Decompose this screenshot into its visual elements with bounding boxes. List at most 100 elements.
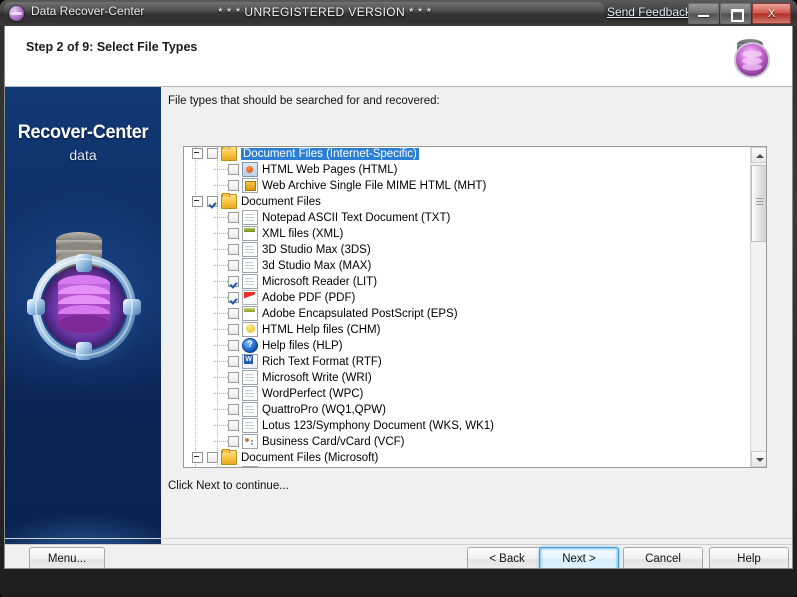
main-content: File types that should be searched for a…: [161, 87, 792, 544]
tree-item-checkbox[interactable]: [228, 372, 239, 384]
tree-item[interactable]: Notepad ASCII Text Document (TXT): [184, 210, 751, 227]
tree-item[interactable]: 3D Studio Max (3DS): [184, 242, 751, 259]
tree-connector-line: [214, 440, 228, 443]
tree-item[interactable]: WordPerfect (WPC): [184, 386, 751, 403]
tree-item-checkbox[interactable]: [228, 276, 239, 288]
xml-file-icon: [242, 226, 258, 242]
tree-item-label: Document Files: [241, 196, 321, 208]
maximize-button[interactable]: [720, 3, 751, 24]
cancel-button[interactable]: Cancel: [623, 547, 703, 568]
tree-item-checkbox[interactable]: [228, 340, 239, 352]
tree-item-checkbox[interactable]: [228, 164, 239, 176]
scroll-down-button[interactable]: [751, 451, 766, 467]
status-text: Click Next to continue...: [168, 480, 289, 492]
generic-file-icon: [242, 370, 258, 386]
tree-item[interactable]: Business Card/vCard (VCF): [184, 434, 751, 451]
tree-item-checkbox[interactable]: [228, 420, 239, 432]
tree-item-label: Business Card/vCard (VCF): [262, 436, 405, 448]
tree-item-checkbox[interactable]: [207, 196, 218, 208]
tree-item[interactable]: Document Files (Internet-Specific): [184, 147, 751, 163]
file-types-tree[interactable]: Document Files (Internet-Specific) HTML W…: [183, 146, 767, 468]
minimize-button[interactable]: [688, 3, 719, 24]
html-file-icon: [242, 162, 258, 178]
tree-expander-collapse-icon[interactable]: [192, 452, 203, 464]
tree-item[interactable]: Document Files (Microsoft): [184, 449, 751, 467]
vcard-file-icon: [242, 434, 258, 450]
tree-item-label: Rich Text Format (RTF): [262, 356, 382, 368]
button-bar: Menu... < Back Next > Cancel Help: [5, 544, 792, 568]
tree-item[interactable]: HTML Help files (CHM): [184, 322, 751, 339]
tree-item-checkbox[interactable]: [228, 404, 239, 416]
tree-item-checkbox[interactable]: [228, 324, 239, 336]
tree-item-label: Web Archive Single File MIME HTML (MHT): [262, 180, 487, 192]
back-button[interactable]: < Back: [467, 547, 547, 568]
tree-item[interactable]: Microsoft Reader (LIT): [184, 274, 751, 291]
generic-file-icon: [242, 274, 258, 290]
title-bar: Data Recover-Center * * * UNREGISTERED V…: [0, 0, 797, 26]
tree-item-checkbox[interactable]: [228, 356, 239, 368]
minimize-icon: [698, 15, 709, 17]
footer-divider: [5, 538, 792, 539]
tree-item-checkbox[interactable]: [228, 212, 239, 224]
sidebar-brand-subtitle: data: [69, 147, 97, 163]
help-button[interactable]: Help: [709, 547, 789, 568]
tree-vertical-scrollbar[interactable]: [750, 147, 766, 467]
tree-item-checkbox[interactable]: [207, 148, 218, 160]
tree-item-label: Adobe Encapsulated PostScript (EPS): [262, 308, 458, 320]
tree-item-label: XML files (XML): [262, 228, 344, 240]
folder-icon: [221, 449, 237, 466]
tree-item-label: Lotus 123/Symphony Document (WKS, WK1): [262, 420, 495, 432]
tree-item[interactable]: Microsoft Write (WRI): [184, 370, 751, 387]
tree-connector-line: [214, 264, 228, 267]
generic-file-icon: [242, 418, 258, 434]
tree-item-checkbox[interactable]: [228, 260, 239, 272]
scrollbar-thumb[interactable]: [751, 165, 766, 242]
tree-item[interactable]: Rich Text Format (RTF): [184, 354, 751, 371]
tree-item-checkbox[interactable]: [228, 436, 239, 448]
tree-item-label: 3d Studio Max (MAX): [262, 260, 372, 272]
send-feedback-link[interactable]: Send Feedback: [607, 5, 691, 19]
tree-item-label: Notepad ASCII Text Document (TXT): [262, 212, 451, 224]
tree-item-checkbox[interactable]: [207, 452, 218, 464]
scroll-up-button[interactable]: [751, 147, 766, 163]
help-file-icon: [242, 337, 258, 354]
tree-item[interactable]: Web Archive Single File MIME HTML (MHT): [184, 178, 751, 195]
tree-item[interactable]: QuattroPro (WQ1,QPW): [184, 402, 751, 419]
tree-connector-line: [214, 248, 228, 251]
tree-item-label: Document Files (Internet-Specific): [241, 148, 419, 160]
tree-item[interactable]: Document Files: [184, 193, 751, 211]
tree-connector-line: [214, 312, 228, 315]
tree-expander-collapse-icon[interactable]: [192, 148, 203, 160]
tree-item-label: 3D Studio Max (3DS): [262, 244, 371, 256]
tree-item-label: Help files (HLP): [262, 340, 343, 352]
tree-item[interactable]: HTML Web Pages (HTML): [184, 162, 751, 179]
tree-item-checkbox[interactable]: [228, 388, 239, 400]
tree-item-checkbox[interactable]: [228, 308, 239, 320]
tree-item-label: HTML Web Pages (HTML): [262, 164, 398, 176]
close-button[interactable]: X: [752, 3, 791, 24]
office-file-icon: [242, 466, 258, 467]
app-disc-icon: [9, 6, 24, 21]
tree-item[interactable]: 3d Studio Max (MAX): [184, 258, 751, 275]
tree-item-label: Adobe PDF (PDF): [262, 292, 356, 304]
tree-connector-line: [214, 408, 228, 411]
tree-item[interactable]: Lotus 123/Symphony Document (WKS, WK1): [184, 418, 751, 435]
sidebar-branding-panel: Recover-Center data: [5, 87, 161, 544]
tree-expander-collapse-icon[interactable]: [192, 196, 203, 208]
maximize-icon: [731, 9, 744, 22]
page-title: Step 2 of 9: Select File Types: [26, 40, 198, 54]
next-button[interactable]: Next >: [539, 547, 619, 568]
text-file-icon: [242, 210, 258, 226]
tree-item[interactable]: XML files (XML): [184, 226, 751, 243]
tree-item-checkbox[interactable]: [228, 180, 239, 192]
tree-item[interactable]: Help files (HLP): [184, 337, 751, 355]
tree-connector-line: [214, 296, 228, 299]
tree-item[interactable]: Adobe Encapsulated PostScript (EPS): [184, 306, 751, 323]
menu-button[interactable]: Menu...: [29, 547, 105, 568]
pdf-file-icon: [242, 290, 258, 306]
tree-item-label: HTML Help files (CHM): [262, 324, 381, 336]
tree-item-checkbox[interactable]: [228, 244, 239, 256]
tree-item-checkbox[interactable]: [228, 292, 239, 304]
tree-item-checkbox[interactable]: [228, 228, 239, 240]
tree-item[interactable]: Adobe PDF (PDF): [184, 290, 751, 307]
